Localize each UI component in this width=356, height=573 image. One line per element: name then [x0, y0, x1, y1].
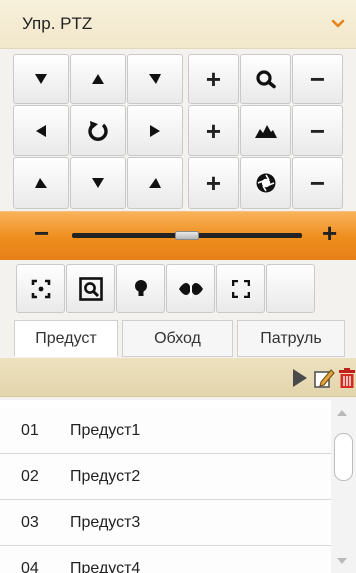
zoom-in-label: + — [205, 64, 222, 94]
focus-near-label: + — [205, 115, 222, 146]
magnifier-icon — [255, 70, 276, 89]
arrow-down-left-icon — [149, 74, 161, 84]
ptz-title: Упр. PTZ — [22, 14, 93, 33]
list-item[interactable]: 03 Предуст3 — [0, 500, 331, 546]
light-icon — [134, 279, 147, 296]
preset-tabs: Предуст Обход Патруль — [14, 320, 345, 357]
preset-list-scrollbar[interactable] — [331, 400, 356, 573]
zoom-in-button[interactable]: + — [188, 54, 239, 104]
mountain-icon — [254, 124, 277, 138]
preset-toolbar — [0, 358, 356, 397]
pan-up-button[interactable] — [70, 54, 126, 104]
zoom-out-label: − — [309, 64, 326, 94]
list-item[interactable]: 01 Предуст1 — [0, 408, 331, 454]
focus-near-button[interactable]: + — [188, 105, 239, 156]
pan-left-button[interactable] — [13, 105, 69, 156]
center-frame-icon — [31, 279, 50, 298]
preset-list: 01 Предуст1 02 Предуст2 03 Предуст3 04 П… — [0, 400, 331, 573]
preset-number: 02 — [21, 468, 39, 485]
arrow-up-icon — [92, 74, 104, 84]
scroll-thumb[interactable] — [334, 433, 353, 481]
pan-right-button[interactable] — [127, 105, 183, 156]
center-frame-button[interactable] — [16, 264, 65, 313]
light-button[interactable] — [116, 264, 165, 313]
arrow-down-icon — [92, 178, 104, 188]
scroll-down-icon[interactable] — [337, 558, 347, 564]
tab-presets[interactable]: Предуст — [14, 320, 118, 357]
delete-icon[interactable] — [336, 367, 356, 389]
iris-open-button[interactable]: + — [188, 157, 239, 209]
speed-slider-thumb[interactable] — [175, 231, 199, 240]
list-item[interactable]: 04 Предуст4 — [0, 546, 331, 573]
preset-number: 03 — [21, 514, 39, 531]
arrow-up-right-icon — [35, 178, 47, 188]
play-icon[interactable] — [288, 367, 310, 389]
pan-down-button[interactable] — [70, 157, 126, 209]
pan-down-left-button[interactable] — [13, 157, 69, 209]
speed-slider-track[interactable] — [72, 231, 302, 240]
scroll-up-icon[interactable] — [337, 410, 347, 416]
iris-close-button[interactable]: − — [292, 157, 343, 209]
fullscreen-button[interactable] — [216, 264, 265, 313]
aperture-icon — [256, 173, 275, 193]
iris-control — [240, 157, 291, 209]
tab-tour[interactable]: Обход — [122, 320, 233, 357]
zoom-control — [240, 54, 291, 104]
speed-increase-button[interactable]: + — [322, 220, 337, 246]
zoom-area-icon — [78, 276, 103, 301]
preset-name: Предуст4 — [70, 560, 141, 573]
preset-name: Предуст1 — [70, 422, 141, 439]
focus-far-label: − — [309, 115, 326, 146]
arrow-left-icon — [36, 124, 46, 137]
preset-number: 01 — [21, 422, 39, 439]
iris-close-label: − — [309, 168, 326, 198]
focus-control — [240, 105, 291, 156]
auto-rotate-button[interactable] — [70, 105, 126, 156]
zoom-area-button[interactable] — [66, 264, 115, 313]
preset-name: Предуст3 — [70, 514, 141, 531]
preset-number: 04 — [21, 560, 39, 573]
empty-tool-slot — [266, 264, 315, 313]
wiper-button[interactable] — [166, 264, 215, 313]
list-item[interactable]: 02 Предуст2 — [0, 454, 331, 500]
pan-up-left-button[interactable] — [13, 54, 69, 104]
iris-open-label: + — [205, 168, 222, 198]
arrow-down-right-icon — [35, 74, 47, 84]
tab-patrol[interactable]: Патруль — [237, 320, 345, 357]
wiper-icon — [178, 279, 203, 298]
speed-decrease-button[interactable]: − — [34, 220, 49, 246]
zoom-out-button[interactable]: − — [292, 54, 343, 104]
rotate-icon — [88, 120, 108, 141]
pan-up-right-button[interactable] — [127, 54, 183, 104]
arrow-up-left-icon — [149, 178, 161, 188]
focus-far-button[interactable]: − — [292, 105, 343, 156]
ptz-control-panel: Упр. PTZ + − + − + − − + Предуст Обход П… — [0, 0, 356, 573]
fullscreen-icon — [231, 279, 250, 298]
ptz-header[interactable]: Упр. PTZ — [0, 0, 356, 49]
arrow-right-icon — [150, 124, 160, 137]
chevron-down-icon[interactable] — [330, 16, 346, 32]
preset-name: Предуст2 — [70, 468, 141, 485]
pan-down-right-button[interactable] — [127, 157, 183, 209]
speed-slider-bar: − + — [0, 211, 356, 260]
edit-icon[interactable] — [313, 367, 335, 389]
